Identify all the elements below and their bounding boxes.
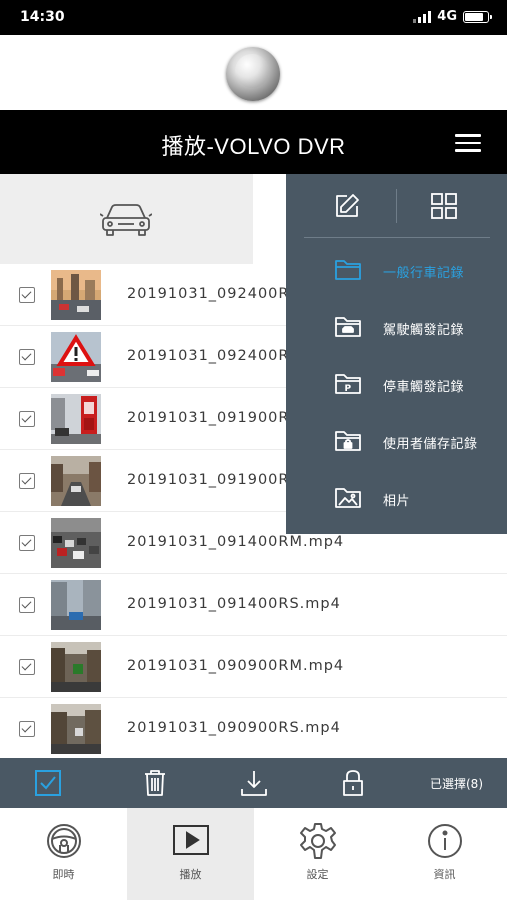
gear-icon [300,823,336,859]
menu-button[interactable] [455,134,481,152]
item-checkbox[interactable] [19,287,35,303]
folder-icon [335,260,361,280]
file-name: 20191031_091900RS [127,472,300,488]
video-thumbnail [51,642,101,692]
nav-label: 資訊 [433,868,456,881]
steering-wheel-icon [47,824,81,858]
nav-item-settings[interactable]: 設定 [254,808,381,900]
video-thumbnail [51,394,101,444]
dropdown-toolbar [286,174,507,238]
delete-icon[interactable] [143,769,167,797]
nav-label: 設定 [306,868,329,881]
folder-photo-icon [335,488,361,508]
item-checkbox[interactable] [19,659,35,675]
nav-item-live[interactable]: 即時 [0,808,127,900]
file-name: 20191031_090900RS.mp4 [127,720,341,736]
video-thumbnail [51,580,101,630]
action-bar: 已選擇(8) [0,758,507,808]
battery-icon [463,10,492,23]
bottom-nav: 即時 播放 設定 資訊 [0,808,507,900]
file-name: 20191031_092400RS [127,348,300,364]
title-bar: 播放-VOLVO DVR [0,110,507,174]
video-thumbnail [51,270,101,320]
menu-item-photos[interactable]: 相片 [286,477,507,517]
video-thumbnail [51,518,101,568]
app-logo [226,47,280,101]
file-name: 20191031_091400RS.mp4 [127,596,341,612]
menu-item-driving-event[interactable]: 駕駛觸發記錄 [286,306,507,346]
folder-parking-icon: P [335,374,361,394]
status-indicators: 4G [413,9,492,24]
network-type: 4G [437,9,457,24]
folder-lock-icon [335,431,361,451]
file-name: 20191031_091900RM [127,410,303,426]
toolbar-separator [304,237,490,238]
list-item[interactable]: 20191031_090900RM.mp4 [0,636,507,698]
menu-item-normal-recording[interactable]: 一般行車記錄 [286,249,507,289]
video-thumbnail [51,456,101,506]
item-checkbox[interactable] [19,535,35,551]
select-all-icon[interactable] [35,770,61,796]
play-icon [173,825,209,855]
nav-label: 播放 [179,868,202,881]
toolbar-divider [396,189,397,223]
file-name: 20191031_091400RM.mp4 [127,534,345,550]
item-checkbox[interactable] [19,349,35,365]
item-checkbox[interactable] [19,473,35,489]
page-title: 播放-VOLVO DVR [161,134,346,159]
menu-item-label: 相片 [383,494,411,509]
nav-label: 即時 [52,868,75,881]
file-name: 20191031_090900RM.mp4 [127,658,345,674]
item-checkbox[interactable] [19,597,35,613]
status-time: 14:30 [20,9,65,25]
signal-icon [413,10,432,23]
logo-area [0,35,507,110]
status-bar: 14:30 4G [0,0,507,35]
menu-item-label: 一般行車記錄 [383,266,465,281]
info-icon [428,824,462,858]
menu-item-label: 停車觸發記錄 [383,380,465,395]
car-icon [100,204,152,236]
lock-icon[interactable] [342,769,364,797]
video-thumbnail [51,332,101,382]
category-dropdown: 一般行車記錄 駕駛觸發記錄 P 停車觸發記錄 使用者儲存記錄 相片 [286,174,507,534]
selected-count: 已選擇(8) [430,777,483,791]
nav-item-info[interactable]: 資訊 [381,808,507,900]
svg-text:P: P [345,384,352,394]
item-checkbox[interactable] [19,411,35,427]
download-icon[interactable] [240,769,268,797]
grid-view-icon[interactable] [430,192,458,220]
folder-car-icon [335,317,361,337]
list-item[interactable]: 20191031_091400RS.mp4 [0,574,507,636]
item-checkbox[interactable] [19,721,35,737]
edit-icon[interactable] [333,192,361,220]
menu-item-user-saved[interactable]: 使用者儲存記錄 [286,420,507,460]
menu-item-label: 使用者儲存記錄 [383,437,478,452]
list-item[interactable]: 20191031_090900RS.mp4 [0,698,507,760]
file-name: 20191031_092400RM [127,286,303,302]
menu-item-label: 駕駛觸發記錄 [383,323,465,338]
video-thumbnail [51,704,101,754]
menu-item-parking-event[interactable]: P 停車觸發記錄 [286,363,507,403]
nav-item-playback[interactable]: 播放 [127,808,254,900]
vehicle-tab[interactable] [0,174,253,264]
